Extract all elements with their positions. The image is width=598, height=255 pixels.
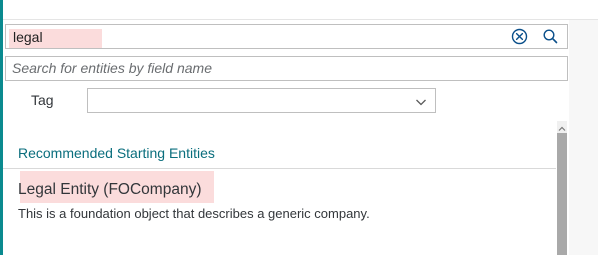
results-list: Recommended Starting Entities Legal Enti… [3, 121, 556, 255]
entity-title-legal-entity[interactable]: Legal Entity (FOCompany) [18, 181, 202, 199]
tag-dropdown[interactable] [87, 88, 436, 113]
scrollbar-thumb[interactable] [557, 133, 567, 255]
entity-search-panel: legal Tag Recommended Starting Entiti [0, 0, 598, 255]
results-scrollbar[interactable] [557, 121, 567, 255]
section-title: Recommended Starting Entities [18, 145, 215, 161]
entity-description: This is a foundation object that describ… [18, 206, 370, 221]
tag-label: Tag [31, 92, 54, 108]
scroll-up-arrow-icon[interactable] [557, 121, 567, 131]
clear-icon[interactable] [511, 28, 528, 45]
right-pane [569, 20, 598, 255]
field-name-search-input[interactable] [6, 57, 567, 78]
section-divider [3, 168, 556, 169]
search-input-value[interactable]: legal [13, 29, 43, 45]
top-strip [3, 0, 598, 20]
field-name-search[interactable] [5, 56, 568, 81]
search-icon[interactable] [542, 28, 559, 45]
entity-search-box[interactable]: legal [5, 24, 568, 49]
chevron-down-icon[interactable] [415, 95, 427, 107]
